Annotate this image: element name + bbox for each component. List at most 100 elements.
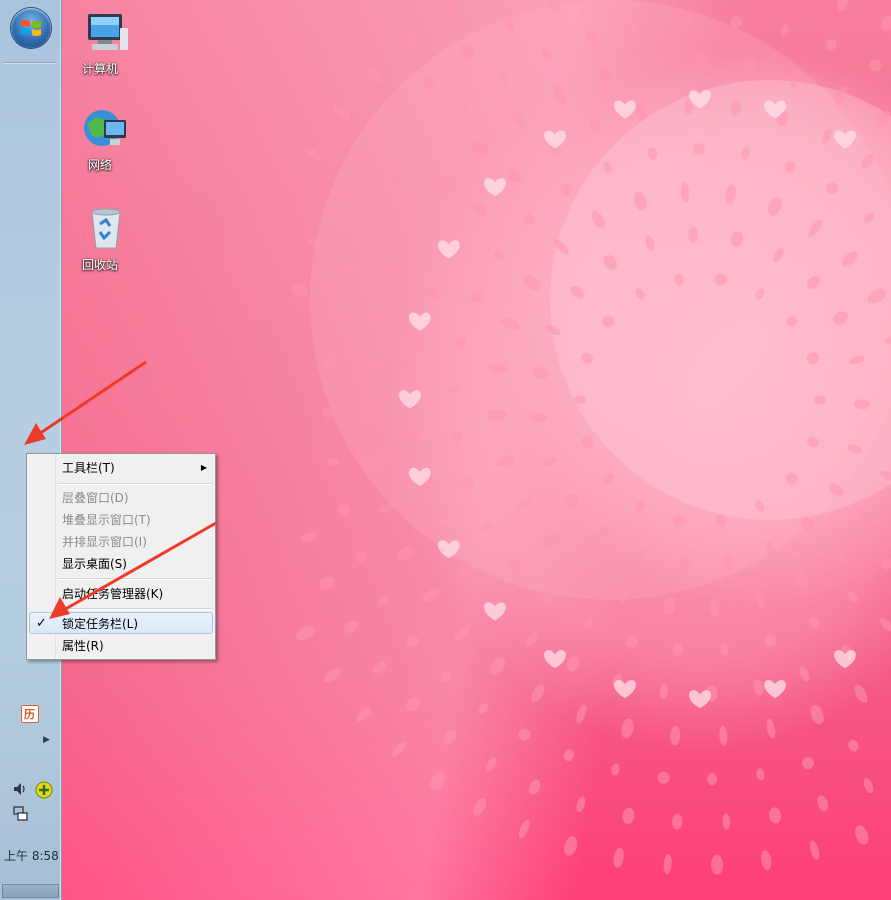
show-desktop-button[interactable] xyxy=(2,884,59,898)
recycle-bin-icon xyxy=(90,208,121,249)
lace-dot xyxy=(323,668,342,683)
lace-dot xyxy=(454,625,470,641)
lace-dot xyxy=(563,749,575,761)
lace-dot xyxy=(327,457,339,466)
lace-dot xyxy=(663,854,672,874)
lace-dot xyxy=(799,666,810,682)
taskbar-context-menu[interactable]: 工具栏(T) ▶ 层叠窗口(D) 堆叠显示窗口(T) 并排显示窗口(I) 显示桌… xyxy=(26,453,216,660)
menu-item-properties[interactable]: 属性(R) xyxy=(29,635,213,657)
menu-item-side-by-side: 并排显示窗口(I) xyxy=(29,531,213,553)
lace-dot xyxy=(879,617,891,632)
lace-dot xyxy=(583,617,593,630)
lace-dot xyxy=(859,510,877,525)
menu-item-label: 锁定任务栏(L) xyxy=(62,617,139,631)
lace-dot xyxy=(707,773,718,786)
menu-item-stack-windows: 堆叠显示窗口(T) xyxy=(29,509,213,531)
lace-dot xyxy=(355,551,367,562)
menu-separator xyxy=(58,483,213,484)
checkmark-icon: ✓ xyxy=(36,616,47,631)
lace-dot xyxy=(809,840,820,860)
menu-item-label: 显示桌面(S) xyxy=(62,557,127,571)
lace-dot xyxy=(622,807,635,824)
lace-dot xyxy=(365,66,383,83)
menu-separator xyxy=(58,608,213,609)
update-plus-icon[interactable] xyxy=(35,781,53,799)
menu-item-label: 堆叠显示窗口(T) xyxy=(62,513,151,527)
lace-dot xyxy=(848,591,858,602)
lace-dot xyxy=(754,589,765,609)
desktop-icon-recycle-bin[interactable]: 回收站 xyxy=(65,206,135,272)
lace-dot xyxy=(489,657,506,675)
lace-dot xyxy=(810,705,824,725)
lace-dot xyxy=(621,718,634,739)
clock[interactable]: 上午 8:58 xyxy=(4,847,59,864)
lace-dot xyxy=(753,679,764,696)
lace-dot xyxy=(720,643,729,656)
lace-dot xyxy=(695,53,706,74)
lace-dot xyxy=(529,779,541,795)
lace-dot xyxy=(372,661,387,674)
lace-dot xyxy=(711,854,724,875)
lace-dot xyxy=(292,284,309,297)
lace-dot xyxy=(378,595,390,605)
lace-dot xyxy=(855,825,869,845)
lace-dot xyxy=(473,798,487,817)
lace-dot xyxy=(659,683,669,700)
lace-dot xyxy=(478,703,489,714)
computer-icon xyxy=(87,14,128,50)
lace-dot xyxy=(709,597,720,618)
lace-dot xyxy=(296,625,315,641)
tray-expand-arrow-icon[interactable]: ▶ xyxy=(43,735,50,745)
lace-dot xyxy=(817,795,828,812)
taskbar[interactable]: 历 ▶ 上午 8:58 xyxy=(0,0,62,900)
menu-item-label: 并排显示窗口(I) xyxy=(62,535,147,549)
lace-dot xyxy=(719,725,728,746)
menu-item-lock-taskbar[interactable]: ✓ 锁定任务栏(L) xyxy=(29,612,213,634)
menu-item-label: 属性(R) xyxy=(62,639,104,653)
network-icon xyxy=(83,110,126,146)
lace-dot xyxy=(526,632,539,646)
lace-dot xyxy=(422,588,440,603)
lace-dot xyxy=(304,147,323,160)
windows-logo-icon xyxy=(21,20,41,36)
volume-icon[interactable] xyxy=(12,781,28,797)
menu-item-toolbars[interactable]: 工具栏(T) ▶ xyxy=(29,457,213,479)
lace-dot xyxy=(825,39,837,51)
lace-dot xyxy=(657,771,670,784)
lace-dot xyxy=(780,24,789,37)
lace-dot xyxy=(722,813,731,830)
lace-dot xyxy=(766,718,776,739)
menu-item-show-desktop[interactable]: 显示桌面(S) xyxy=(29,553,213,575)
lace-dot xyxy=(403,32,418,49)
lace-heart xyxy=(689,690,711,709)
desktop-icon-computer[interactable]: 计算机 xyxy=(65,10,135,76)
lace-dot xyxy=(396,546,416,561)
lace-dot xyxy=(854,684,868,703)
lace-dot xyxy=(814,396,826,404)
lace-dot xyxy=(613,847,624,868)
lace-dot xyxy=(518,728,531,741)
menu-item-cascade-windows: 层叠窗口(D) xyxy=(29,487,213,509)
lace-dot xyxy=(764,634,777,647)
lace-dot xyxy=(672,643,683,656)
lace-heart xyxy=(764,680,786,699)
lace-dot xyxy=(663,595,676,616)
lace-dot xyxy=(756,768,765,781)
lace-dot xyxy=(837,0,848,12)
lace-dot xyxy=(319,576,335,590)
lace-dot xyxy=(768,807,782,824)
network-tray-icon[interactable] xyxy=(13,806,29,822)
lace-dot xyxy=(881,15,891,32)
lace-dot xyxy=(576,796,586,813)
desktop-icon-network[interactable]: 网络 xyxy=(65,106,135,172)
lace-dot xyxy=(801,757,814,770)
lace-dot xyxy=(443,1,458,20)
submenu-arrow-icon: ▶ xyxy=(200,463,207,472)
start-button[interactable] xyxy=(11,8,51,48)
lace-heart xyxy=(544,650,566,669)
menu-item-task-manager[interactable]: 启动任务管理器(K) xyxy=(29,583,213,605)
lace-dot xyxy=(531,684,545,703)
menu-item-label: 层叠窗口(D) xyxy=(62,491,129,505)
calendar-tray-icon[interactable]: 历 xyxy=(21,705,39,723)
lace-dot xyxy=(576,704,587,724)
